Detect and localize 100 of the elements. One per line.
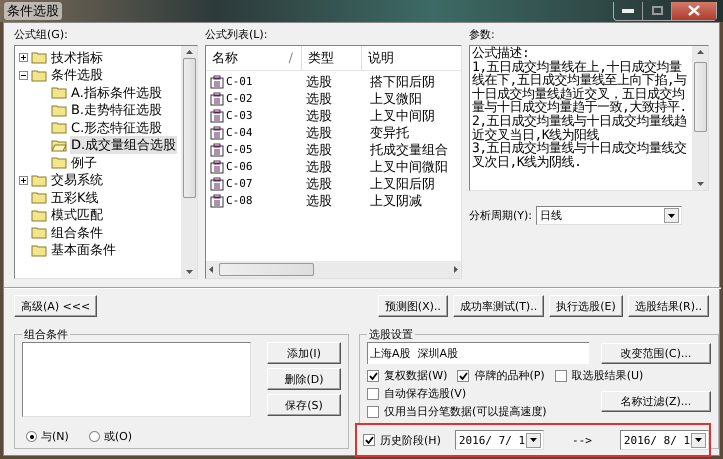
formula-group-label: 公式组(G): <box>14 27 69 42</box>
checkbox[interactable] <box>457 370 470 382</box>
table-cell: 上叉中间阴 <box>370 108 435 124</box>
radio-label: 与(N) <box>41 429 69 444</box>
table-cell[interactable]: C-05 <box>226 143 252 156</box>
table-cell: 选股 <box>306 108 332 124</box>
folder-icon <box>51 86 67 100</box>
table-cell: 上叉微阳 <box>370 92 422 106</box>
folder-icon <box>31 208 47 222</box>
action-button[interactable]: 选股结果(R).. <box>628 295 709 317</box>
end-date-picker[interactable]: 2016/ 8/ 1 <box>620 430 709 450</box>
folder-icon <box>31 51 47 64</box>
dropdown-arrow-icon <box>668 214 676 218</box>
period-label: 分析周期(Y): <box>469 208 532 223</box>
action-button[interactable]: 预测图(X).. <box>378 295 448 317</box>
period-dropdown[interactable]: 日线 <box>536 206 682 225</box>
tree-item[interactable]: 例子 <box>70 154 98 172</box>
expand-icon[interactable] <box>19 53 28 62</box>
table-cell: 变异托 <box>370 126 409 140</box>
checkbox[interactable] <box>554 370 567 382</box>
formula-list-label: 公式列表(L): <box>205 27 268 42</box>
change-range-button[interactable]: 改变范围(C)... <box>601 342 711 364</box>
checkbox-label: 仅用当日分笔数据(可以提高速度) <box>384 404 547 419</box>
condition-button[interactable]: 保存(S) <box>267 394 341 416</box>
table-cell: 上叉中间微阳 <box>370 160 448 174</box>
table-cell[interactable]: C-02 <box>226 92 252 105</box>
folder-icon <box>51 104 67 117</box>
table-cell: 选股 <box>306 92 332 106</box>
table-cell[interactable]: C-03 <box>226 109 252 122</box>
expand-icon[interactable] <box>19 176 28 185</box>
column-header[interactable]: 说明 <box>362 46 461 70</box>
formula-icon <box>210 194 224 208</box>
start-date-picker[interactable]: 2016/ 7/ 1 <box>454 430 544 450</box>
tree-item[interactable]: B.走势特征选股 <box>70 101 164 120</box>
parameters-label: 参数: <box>469 27 496 42</box>
checkbox[interactable] <box>367 406 379 418</box>
condition-button[interactable]: 删除(D) <box>267 368 341 390</box>
table-cell: 选股 <box>306 74 332 90</box>
tree-item[interactable]: C.形态特征选股 <box>70 118 164 137</box>
folder-icon <box>31 68 47 82</box>
checkbox-label: 自动保存选股(V) <box>384 386 466 401</box>
radio-button[interactable] <box>88 431 100 442</box>
table-cell: 选股 <box>306 142 332 158</box>
formula-icon <box>210 92 224 106</box>
market-range-field: 上海A股 深圳A股 <box>367 342 589 364</box>
formula-icon <box>210 142 224 156</box>
tree-item[interactable]: 五彩K线 <box>50 188 100 207</box>
radio-button[interactable] <box>26 431 37 442</box>
table-cell[interactable]: C-04 <box>226 126 252 139</box>
tree-item[interactable]: 条件选股 <box>50 66 104 84</box>
table-cell[interactable]: C-06 <box>226 160 252 173</box>
scrollbar[interactable] <box>181 46 197 278</box>
collapse-icon[interactable] <box>19 70 28 80</box>
sort-mark: / <box>288 50 293 66</box>
tree-item[interactable]: D.成交量组合选股 <box>70 136 178 154</box>
action-button[interactable]: 执行选股(E) <box>549 295 623 317</box>
table-cell: 上叉阳后阴 <box>370 176 435 192</box>
table-cell[interactable]: C-08 <box>226 194 252 207</box>
tree-item[interactable]: 基本面条件 <box>50 241 117 260</box>
scroll-up-icon[interactable] <box>696 50 704 54</box>
advanced-button[interactable]: 高级(A) <<< <box>14 295 98 317</box>
checkbox[interactable] <box>367 388 379 400</box>
scroll-right-icon[interactable] <box>454 266 458 273</box>
column-header[interactable]: 类型 <box>302 46 362 70</box>
window-title: 条件选股 <box>4 2 62 20</box>
tree-item[interactable]: A.指标条件选股 <box>70 84 163 102</box>
checkbox[interactable] <box>363 434 375 446</box>
scrollbar[interactable] <box>206 261 461 278</box>
table-cell: 搭下阳后阴 <box>370 74 435 90</box>
close-icon[interactable] <box>671 2 716 20</box>
scrollbar[interactable] <box>692 46 708 190</box>
table-cell: 选股 <box>306 160 332 174</box>
condition-button[interactable]: 添加(I) <box>267 342 341 364</box>
tree-item[interactable]: 交易系统 <box>50 171 104 190</box>
checkbox-label: 停牌的品种(P) <box>474 368 545 383</box>
formula-icon <box>210 74 224 88</box>
checkbox-label: 历史阶段(H) <box>380 432 441 448</box>
scroll-down-icon[interactable] <box>696 182 704 186</box>
scroll-left-icon[interactable] <box>209 266 213 273</box>
table-cell[interactable]: C-07 <box>226 177 252 190</box>
dropdown-arrow-icon <box>530 438 537 442</box>
table-cell[interactable]: C-01 <box>226 75 252 88</box>
table-cell: 上叉阴减 <box>370 194 422 208</box>
action-button[interactable]: 成功率测试(T).. <box>452 295 544 317</box>
tree-item[interactable]: 模式匹配 <box>50 206 104 224</box>
group-title: 组合条件 <box>23 327 69 342</box>
table-cell: 托成交量组合 <box>370 142 448 158</box>
folder-icon <box>31 226 47 240</box>
formula-icon <box>210 160 224 174</box>
folder-icon <box>51 156 67 170</box>
dropdown-arrow-icon <box>694 438 702 442</box>
checkbox[interactable] <box>367 370 379 382</box>
folder-icon <box>31 191 47 204</box>
tree-item[interactable]: 技术指标 <box>50 48 104 67</box>
column-header[interactable]: 名称 <box>212 49 238 67</box>
scroll-up-icon[interactable] <box>186 50 192 54</box>
scroll-down-icon[interactable] <box>186 270 192 274</box>
tree-item[interactable]: 组合条件 <box>50 224 104 242</box>
name-filter-button[interactable]: 名称过滤(Z)... <box>601 390 711 412</box>
open-folder-icon <box>51 138 67 152</box>
